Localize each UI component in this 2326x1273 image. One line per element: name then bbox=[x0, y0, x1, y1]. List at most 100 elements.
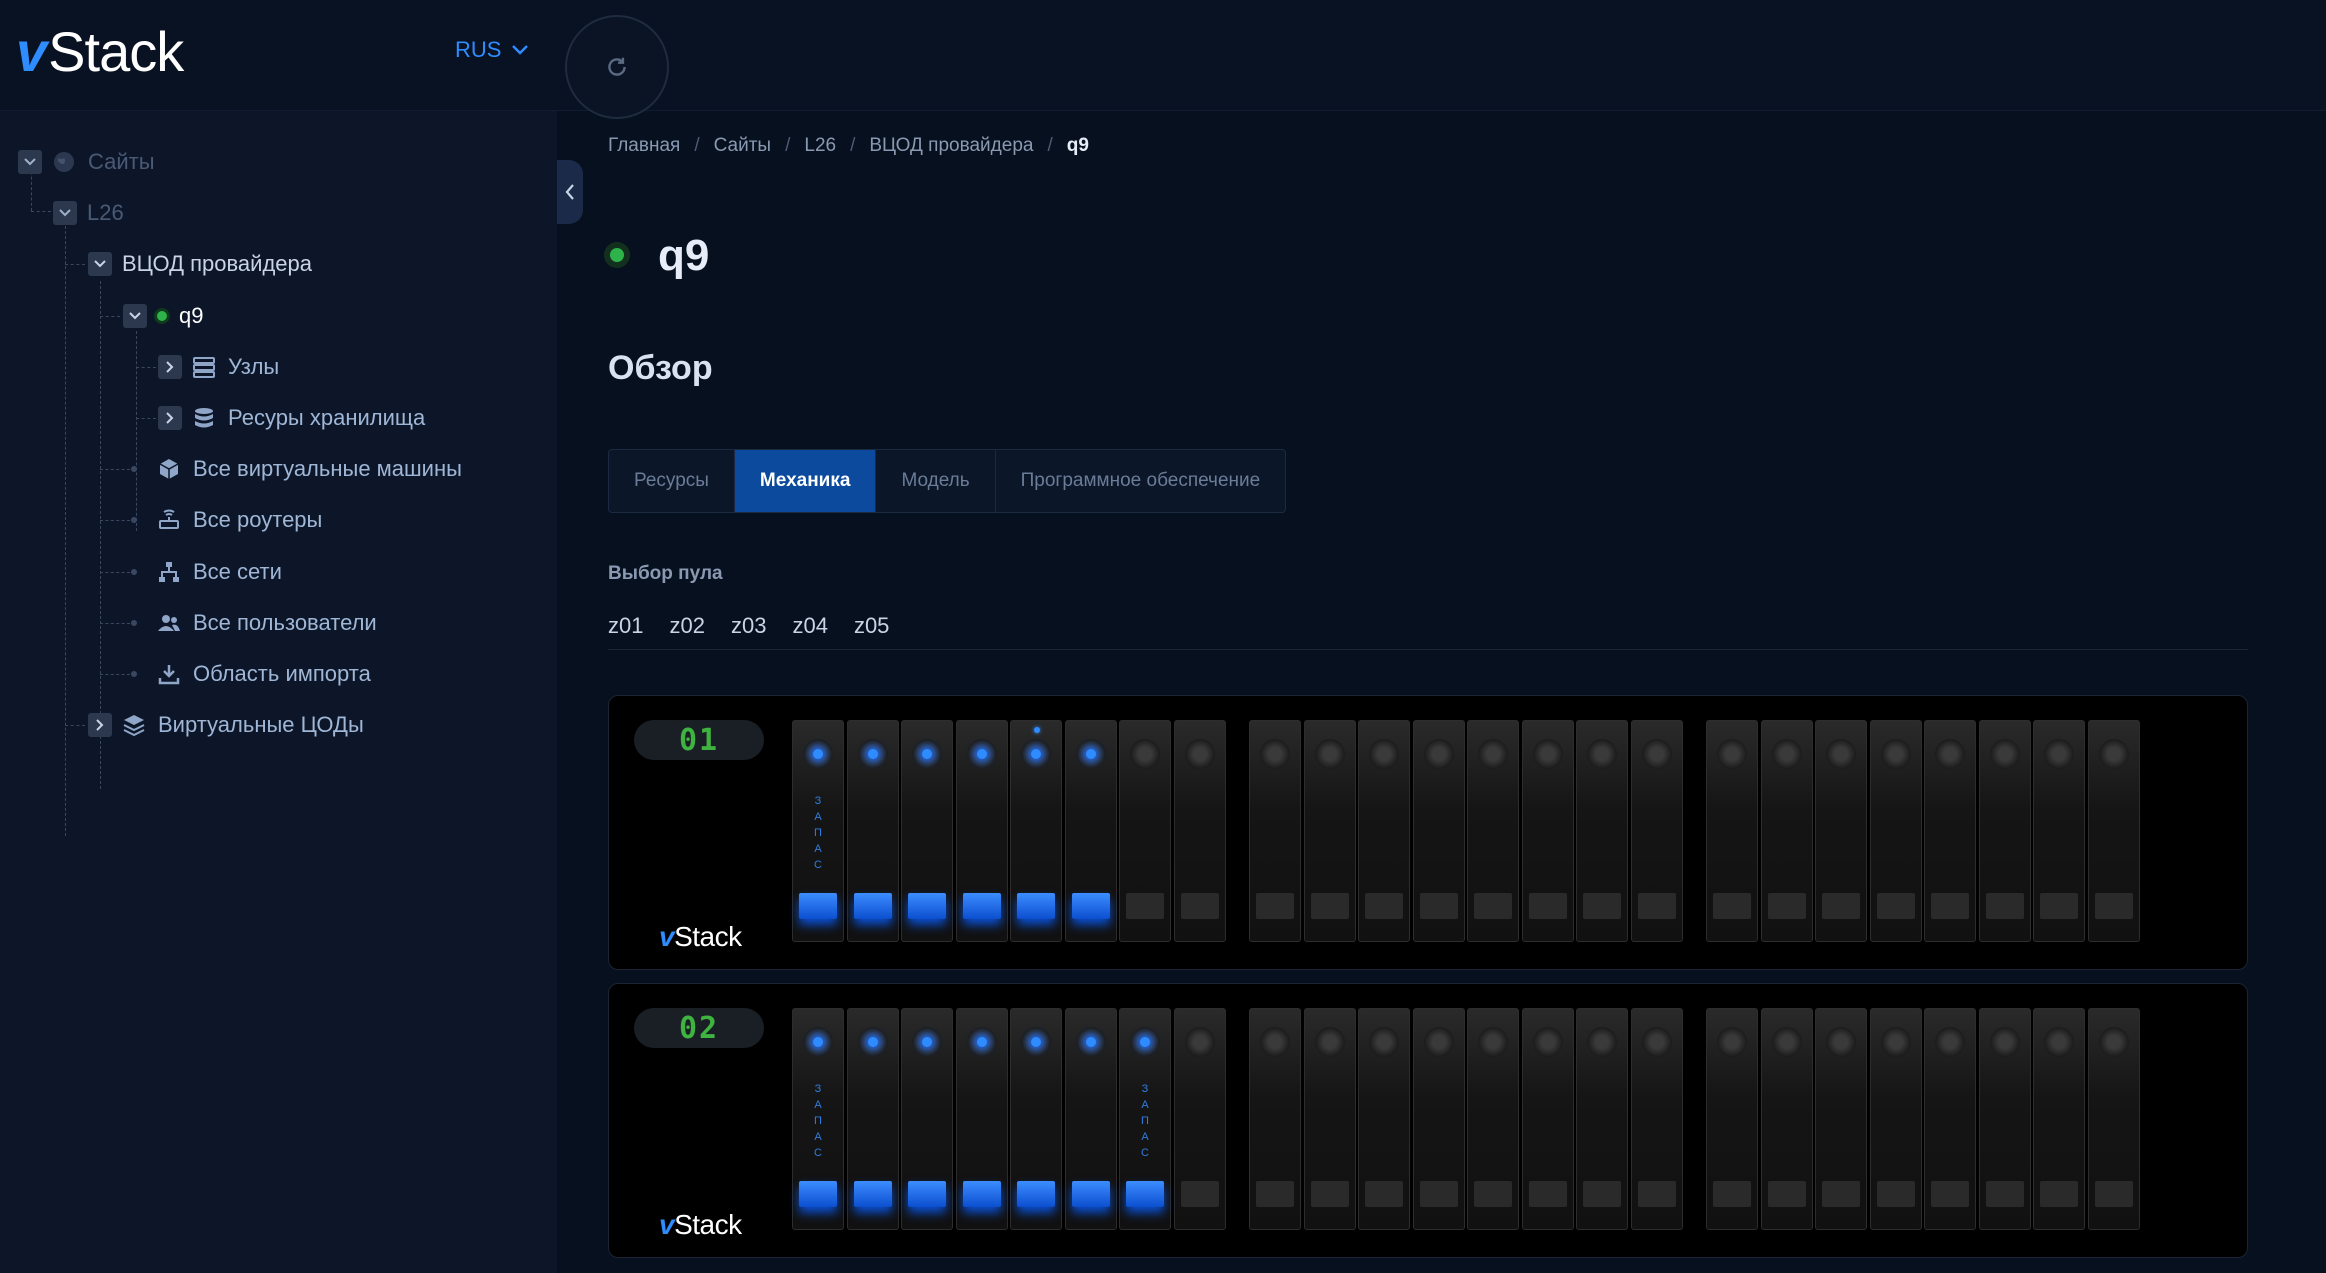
drive-bay[interactable] bbox=[1358, 1008, 1410, 1230]
drive-knob bbox=[1478, 1027, 1508, 1057]
pool-option-z04[interactable]: z04 bbox=[792, 613, 827, 639]
drive-bay[interactable] bbox=[1358, 720, 1410, 942]
drive-bay[interactable] bbox=[1521, 720, 1574, 942]
drive-bay[interactable] bbox=[1978, 720, 2031, 942]
tree-item-all-networks[interactable]: Все сети bbox=[157, 552, 282, 592]
tree-item-storage[interactable]: Ресуры хранилища bbox=[158, 398, 425, 438]
drive-bay[interactable] bbox=[901, 720, 953, 942]
breadcrumb-l26[interactable]: L26 bbox=[804, 135, 836, 157]
drive-bay[interactable] bbox=[1064, 1008, 1117, 1230]
drive-bay[interactable] bbox=[901, 1008, 953, 1230]
tree-item-label: Все роутеры bbox=[193, 507, 323, 532]
tree-item-sites[interactable]: Сайты bbox=[18, 142, 155, 182]
drive-latch bbox=[1474, 1181, 1512, 1207]
tree-item-q9[interactable]: q9 bbox=[123, 296, 203, 336]
chassis-panel[interactable]: 02 vStack ЗАПАС ЗАПАС bbox=[608, 983, 2248, 1258]
drive-bay[interactable]: ЗАПАС bbox=[792, 1008, 844, 1230]
drive-bay[interactable] bbox=[1249, 1008, 1301, 1230]
drive-bay[interactable] bbox=[1064, 720, 1117, 942]
sidebar-collapse-button[interactable] bbox=[557, 160, 583, 224]
drive-bay[interactable] bbox=[1815, 1008, 1867, 1230]
drive-bay[interactable] bbox=[1630, 1008, 1683, 1230]
app-logo[interactable]: vStack bbox=[16, 20, 184, 84]
refresh-button[interactable] bbox=[565, 15, 669, 119]
drive-bay[interactable] bbox=[1869, 720, 1922, 942]
drive-bay[interactable] bbox=[1303, 720, 1356, 942]
collapse-toggle[interactable] bbox=[18, 150, 42, 174]
collapse-toggle[interactable] bbox=[53, 201, 77, 225]
breadcrumb-home[interactable]: Главная bbox=[608, 135, 680, 157]
drive-bay[interactable] bbox=[1630, 720, 1683, 942]
drive-bay[interactable] bbox=[1978, 1008, 2031, 1230]
drive-latch bbox=[1126, 893, 1164, 919]
collapse-toggle[interactable] bbox=[88, 252, 112, 276]
drive-bay[interactable] bbox=[1706, 720, 1758, 942]
tree-item-import-area[interactable]: Область импорта bbox=[157, 654, 371, 694]
drive-bay[interactable] bbox=[1924, 1008, 1976, 1230]
collapse-toggle[interactable] bbox=[123, 304, 147, 328]
drive-latch bbox=[1637, 1181, 1676, 1207]
tree-item-all-vms[interactable]: Все виртуальные машины bbox=[157, 449, 462, 489]
drive-knob bbox=[966, 739, 997, 769]
drive-bay[interactable] bbox=[846, 720, 899, 942]
drive-bay[interactable] bbox=[2087, 720, 2140, 942]
expand-toggle[interactable] bbox=[158, 355, 182, 379]
tree-item-virtual-dcs[interactable]: Виртуальные ЦОДы bbox=[88, 705, 364, 745]
drive-bay[interactable] bbox=[1412, 720, 1465, 942]
drive-bay[interactable] bbox=[2087, 1008, 2140, 1230]
breadcrumb-vcod[interactable]: ВЦОД провайдера bbox=[869, 135, 1033, 157]
expand-toggle[interactable] bbox=[158, 406, 182, 430]
drive-bay[interactable] bbox=[1173, 720, 1226, 942]
drive-bay[interactable] bbox=[2033, 1008, 2085, 1230]
pool-option-z01[interactable]: z01 bbox=[608, 613, 643, 639]
drive-bay[interactable] bbox=[2033, 720, 2085, 942]
language-select[interactable]: RUS bbox=[455, 36, 529, 64]
tab-resources[interactable]: Ресурсы bbox=[609, 450, 735, 512]
drive-bay[interactable] bbox=[1815, 720, 1867, 942]
drive-bay[interactable] bbox=[1706, 1008, 1758, 1230]
tree-item-vcod[interactable]: ВЦОД провайдера bbox=[88, 244, 312, 284]
drive-bay[interactable] bbox=[1760, 1008, 1813, 1230]
drive-bay[interactable]: ЗАПАС bbox=[792, 720, 844, 942]
breadcrumb-sites[interactable]: Сайты bbox=[714, 135, 771, 157]
drive-bay[interactable] bbox=[1576, 720, 1628, 942]
drive-bay[interactable] bbox=[846, 1008, 899, 1230]
pool-selector: z01 z02 z03 z04 z05 bbox=[608, 613, 889, 639]
drive-bay[interactable]: ЗАПАС bbox=[1119, 1008, 1171, 1230]
tree-item-all-users[interactable]: Все пользователи bbox=[157, 603, 377, 643]
pool-option-z02[interactable]: z02 bbox=[669, 613, 704, 639]
tree-item-all-routers[interactable]: Все роутеры bbox=[157, 500, 322, 540]
drive-bay[interactable] bbox=[955, 1008, 1008, 1230]
drive-bay[interactable] bbox=[1119, 720, 1171, 942]
drive-bay[interactable] bbox=[955, 720, 1008, 942]
drive-bay[interactable] bbox=[1924, 720, 1976, 942]
tree-item-label: Узлы bbox=[228, 354, 280, 379]
tab-software[interactable]: Программное обеспечение bbox=[996, 450, 1286, 512]
drive-bay[interactable] bbox=[1010, 1008, 1062, 1230]
tree-item-nodes[interactable]: Узлы bbox=[158, 347, 279, 387]
drive-bay[interactable] bbox=[1412, 1008, 1465, 1230]
pool-label: Выбор пула bbox=[608, 563, 723, 584]
drive-bay[interactable] bbox=[1521, 1008, 1574, 1230]
tree-item-label: Ресуры хранилища bbox=[228, 405, 426, 430]
drive-bay[interactable] bbox=[1303, 1008, 1356, 1230]
drive-bay[interactable] bbox=[1467, 720, 1519, 942]
drive-bay[interactable] bbox=[1576, 1008, 1628, 1230]
drive-bay[interactable] bbox=[1010, 720, 1062, 942]
drive-bay[interactable] bbox=[1249, 720, 1301, 942]
drive-latch bbox=[1474, 893, 1512, 919]
chassis-panel[interactable]: 01 vStack ЗАПАС bbox=[608, 695, 2248, 970]
tab-model[interactable]: Модель bbox=[876, 450, 996, 512]
drive-bay[interactable] bbox=[1760, 720, 1813, 942]
drive-latch bbox=[1767, 1181, 1806, 1207]
tab-mechanics[interactable]: Механика bbox=[734, 450, 877, 512]
drive-knob bbox=[1826, 739, 1856, 769]
drive-bay[interactable] bbox=[1467, 1008, 1519, 1230]
drive-bay[interactable] bbox=[1173, 1008, 1226, 1230]
tree-item-l26[interactable]: L26 bbox=[53, 193, 124, 233]
pool-option-z05[interactable]: z05 bbox=[854, 613, 889, 639]
drive-latch bbox=[1017, 893, 1055, 919]
drive-bay[interactable] bbox=[1869, 1008, 1922, 1230]
pool-option-z03[interactable]: z03 bbox=[731, 613, 766, 639]
expand-toggle[interactable] bbox=[88, 713, 112, 737]
